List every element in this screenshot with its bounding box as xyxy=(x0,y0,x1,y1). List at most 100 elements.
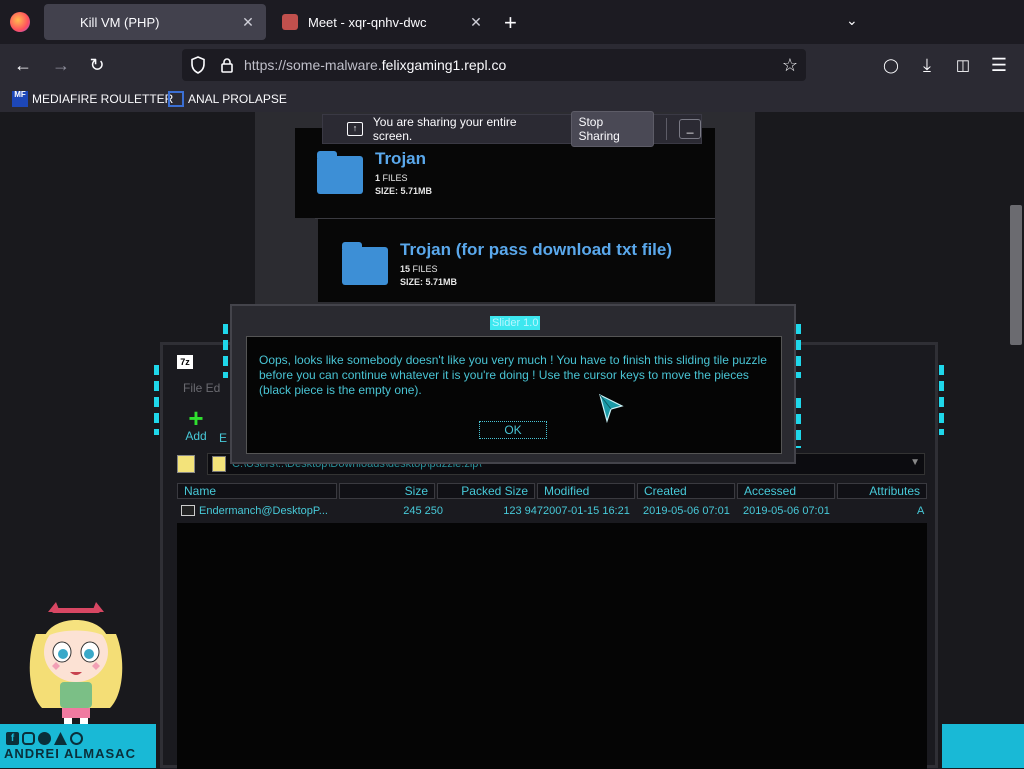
instagram-icon xyxy=(22,732,35,745)
size-label: SIZE: xyxy=(375,186,399,196)
column-header-packed-size[interactable]: Packed Size xyxy=(437,483,535,499)
tab-kill-vm[interactable]: Kill VM (PHP) ✕ xyxy=(44,4,266,40)
back-arrow-icon[interactable]: ← xyxy=(10,52,36,78)
left-accent-strip xyxy=(223,324,228,378)
tab-title: Meet - xqr-qnhv-dwc xyxy=(308,14,427,30)
facebook-icon: f xyxy=(6,732,19,745)
file-icon xyxy=(181,505,195,516)
gamejolt-icon xyxy=(54,732,67,745)
bookmark-frame-icon xyxy=(168,91,184,107)
cell-modified: 2007-01-15 16:21 xyxy=(543,505,630,517)
cell-name: Endermanch@DesktopP... xyxy=(199,505,328,517)
left-accent-strip xyxy=(154,365,159,435)
firefox-logo-icon[interactable] xyxy=(10,12,30,32)
minimize-sharing-button[interactable]: _ xyxy=(679,119,701,139)
navigation-bar: ← → ↻ https://some-malware.felixgaming1.… xyxy=(0,44,1024,86)
bookmark-star-icon[interactable]: ☆ xyxy=(782,55,798,76)
dialog-message: Oops, looks like somebody doesn't like y… xyxy=(259,353,767,397)
tab-bar: Kill VM (PHP) ✕ Meet - xqr-qnhv-dwc ✕ + … xyxy=(0,0,1024,44)
up-folder-icon[interactable] xyxy=(177,455,195,473)
lock-icon[interactable] xyxy=(220,57,234,73)
file-count: 1 xyxy=(375,173,381,183)
column-header-accessed[interactable]: Accessed xyxy=(737,483,835,499)
file-count: 15 xyxy=(400,264,411,274)
social-icons: f xyxy=(6,732,83,745)
dialog-body: Oops, looks like somebody doesn't like y… xyxy=(246,336,782,454)
url-prefix: https://some-malware. xyxy=(244,57,382,73)
bookmark-anal-prolapse[interactable]: ANAL PROLAPSE xyxy=(168,90,287,108)
meet-favicon-icon xyxy=(282,14,298,30)
cell-accessed: 2019-05-06 07:01 xyxy=(743,505,830,517)
ok-button[interactable]: OK xyxy=(479,421,547,439)
url-bar[interactable]: https://some-malware.felixgaming1.repl.c… xyxy=(182,49,806,81)
column-header-modified[interactable]: Modified xyxy=(537,483,635,499)
folder-icon xyxy=(342,242,388,285)
creator-watermark: f ANDREI ALMASAC xyxy=(0,724,156,768)
folder-icon xyxy=(317,151,363,194)
files-label: FILES xyxy=(412,264,438,274)
cursor-arrow-icon xyxy=(596,392,626,424)
menu-hamburger-icon[interactable]: ☰ xyxy=(986,52,1012,78)
cell-created: 2019-05-06 07:01 xyxy=(643,505,730,517)
share-screen-icon: ↑ xyxy=(347,122,363,136)
dialog-title: Slider 1.0 xyxy=(490,316,541,330)
file-card-trojan-pass[interactable]: Trojan (for pass download txt file) 15 F… xyxy=(318,219,715,302)
tab-meet[interactable]: Meet - xqr-qnhv-dwc ✕ xyxy=(272,4,494,40)
right-accent-strip xyxy=(939,365,944,435)
bookmark-mediafire[interactable]: MF MEDIAFIRE ROULETTER xyxy=(12,90,173,108)
archive-icon xyxy=(212,456,226,472)
tab-title: Kill VM (PHP) xyxy=(80,14,160,30)
file-title[interactable]: Trojan xyxy=(375,149,426,169)
plus-icon: + xyxy=(188,403,204,433)
slider-dialog: Slider 1.0 Oops, looks like somebody doe… xyxy=(223,304,801,464)
shield-icon[interactable] xyxy=(190,56,206,74)
chevron-down-icon[interactable]: ▼ xyxy=(910,457,920,468)
bookmark-label: ANAL PROLAPSE xyxy=(188,92,287,106)
twitter-icon xyxy=(70,732,83,745)
forward-arrow-icon[interactable]: → xyxy=(48,52,74,78)
column-header-name[interactable]: Name xyxy=(177,483,337,499)
url-text: https://some-malware.felixgaming1.repl.c… xyxy=(244,57,506,73)
sharing-message: You are sharing your entire screen. xyxy=(372,115,517,143)
close-icon[interactable]: ✕ xyxy=(240,14,256,31)
size-label: SIZE: xyxy=(400,277,424,287)
file-list-area[interactable] xyxy=(177,523,927,769)
extensions-icon[interactable]: ◫ xyxy=(950,52,976,78)
discord-icon xyxy=(38,732,51,745)
column-header-created[interactable]: Created xyxy=(637,483,735,499)
sevenzip-app-icon: 7z xyxy=(177,355,193,369)
extract-button-partial[interactable]: E xyxy=(219,431,227,445)
cell-packed: 123 947 xyxy=(503,505,543,517)
mediafire-icon: MF xyxy=(12,91,28,107)
divider xyxy=(666,118,668,140)
column-header-size[interactable]: Size xyxy=(339,483,435,499)
add-button[interactable]: + Add xyxy=(181,403,211,443)
new-tab-plus-icon[interactable]: + xyxy=(504,10,517,36)
reload-icon[interactable]: ↻ xyxy=(84,52,110,78)
list-tabs-chevron-icon[interactable]: ⌄ xyxy=(846,12,858,29)
stop-sharing-button[interactable]: Stop Sharing xyxy=(571,111,655,147)
close-icon[interactable]: ✕ xyxy=(468,14,484,31)
cell-size: 245 250 xyxy=(403,505,443,517)
tab-favicon-icon xyxy=(54,14,70,30)
file-meta: 15 FILES SIZE: 5.71MB xyxy=(400,263,457,289)
file-title[interactable]: Trojan (for pass download txt file) xyxy=(400,240,672,260)
files-label: FILES xyxy=(382,173,408,183)
pocket-icon[interactable]: ◯ xyxy=(878,52,904,78)
add-label: Add xyxy=(185,429,207,443)
url-host: felixgaming1.repl.co xyxy=(381,57,507,73)
column-header-attributes[interactable]: Attributes xyxy=(837,483,927,499)
bookmark-label: MEDIAFIRE ROULETTER xyxy=(32,92,174,106)
watermark-name: ANDREI ALMASAC xyxy=(4,746,136,761)
file-size: 5.71MB xyxy=(425,277,458,287)
table-row[interactable]: Endermanch@DesktopP... 245 250 123 947 2… xyxy=(177,503,927,521)
file-meta: 1 FILES SIZE: 5.71MB xyxy=(375,172,432,198)
scrollbar-thumb[interactable] xyxy=(1010,205,1022,345)
bookmarks-toolbar: MF MEDIAFIRE ROULETTER ANAL PROLAPSE xyxy=(0,86,1024,112)
downloads-icon[interactable]: ⤓ xyxy=(914,52,940,78)
menu-bar[interactable]: File Ed xyxy=(183,381,220,395)
file-size: 5.71MB xyxy=(400,186,433,196)
right-accent-strip-lower xyxy=(796,398,801,448)
cell-attributes: A xyxy=(917,505,925,517)
screen-sharing-bar: ↑ You are sharing your entire screen. St… xyxy=(322,111,702,147)
